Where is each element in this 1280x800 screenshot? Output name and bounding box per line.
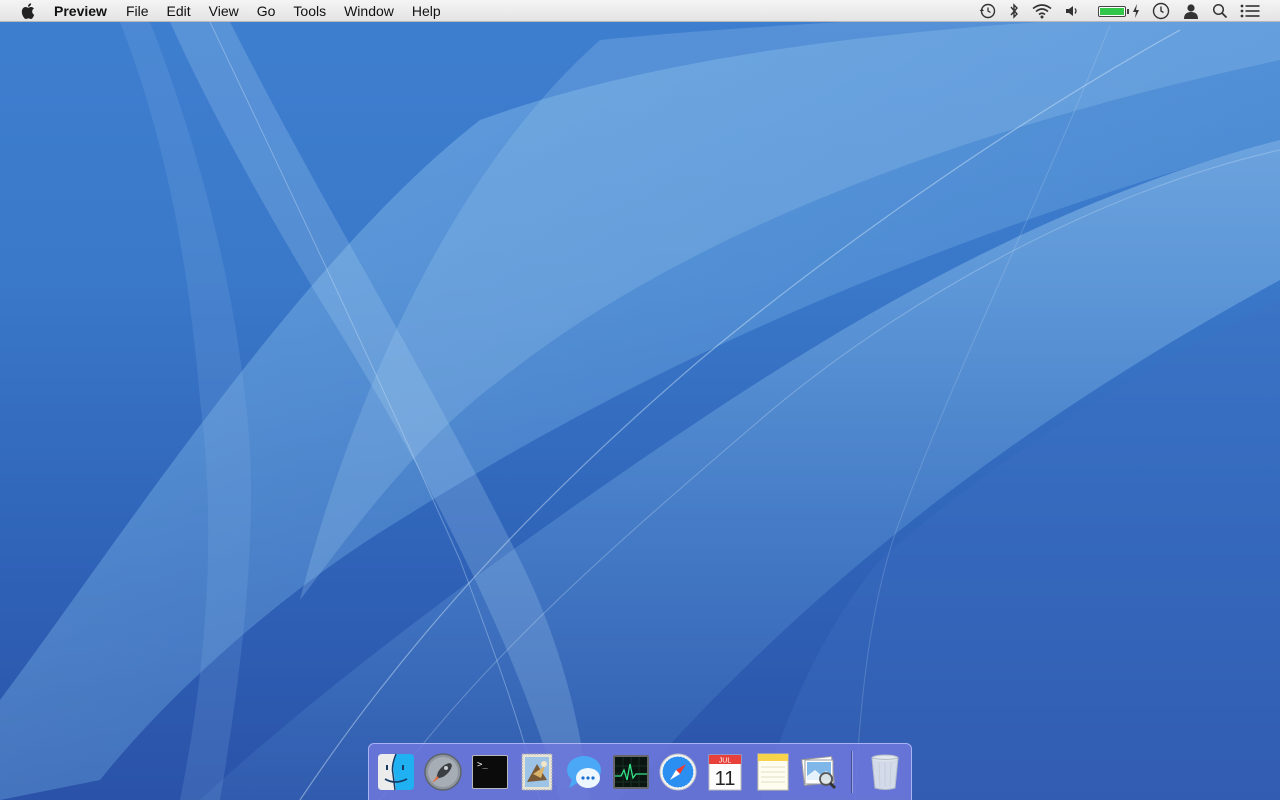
battery-icon[interactable] xyxy=(1098,0,1129,22)
spotlight-icon[interactable] xyxy=(1212,0,1228,22)
menu-go[interactable]: Go xyxy=(248,0,285,22)
dock-trash-icon[interactable] xyxy=(864,751,906,793)
dock-activity-monitor-icon[interactable] xyxy=(610,751,652,793)
menu-tools[interactable]: Tools xyxy=(284,0,335,22)
desktop-wallpaper xyxy=(0,0,1280,800)
dock-terminal-icon[interactable]: >_ xyxy=(469,751,511,793)
notification-center-icon[interactable] xyxy=(1240,0,1260,22)
wallpaper-waves xyxy=(0,0,1280,800)
menu-window[interactable]: Window xyxy=(335,0,403,22)
calendar-month-text: JUL xyxy=(719,758,732,765)
dock-launchpad-icon[interactable] xyxy=(422,751,464,793)
bluetooth-icon[interactable] xyxy=(1008,0,1020,22)
dock-calendar-icon[interactable]: JUL 11 xyxy=(704,751,746,793)
wifi-icon[interactable] xyxy=(1032,0,1052,22)
menu-edit[interactable]: Edit xyxy=(158,0,200,22)
menu-file[interactable]: File xyxy=(117,0,158,22)
dock-finder-icon[interactable] xyxy=(375,751,417,793)
apple-menu-icon[interactable] xyxy=(20,2,36,20)
menu-app-name[interactable]: Preview xyxy=(54,0,117,22)
dock-messages-icon[interactable] xyxy=(563,751,605,793)
clock-icon[interactable] xyxy=(1152,0,1170,22)
terminal-prompt-text: >_ xyxy=(477,760,488,770)
menu-bar: Preview File Edit View Go Tools Window H… xyxy=(0,0,1280,22)
dock-mail-icon[interactable] xyxy=(516,751,558,793)
menu-help[interactable]: Help xyxy=(403,0,450,22)
volume-icon[interactable] xyxy=(1064,0,1080,22)
time-machine-icon[interactable] xyxy=(978,0,996,22)
charging-icon xyxy=(1132,0,1140,22)
user-icon[interactable] xyxy=(1182,0,1200,22)
dock: >_ JUL 11 xyxy=(368,743,912,800)
dock-safari-icon[interactable] xyxy=(657,751,699,793)
dock-preview-icon[interactable] xyxy=(798,751,840,793)
menu-view[interactable]: View xyxy=(200,0,248,22)
dock-separator xyxy=(851,751,852,793)
calendar-day-text: 11 xyxy=(715,768,736,790)
dock-notes-icon[interactable] xyxy=(751,751,793,793)
